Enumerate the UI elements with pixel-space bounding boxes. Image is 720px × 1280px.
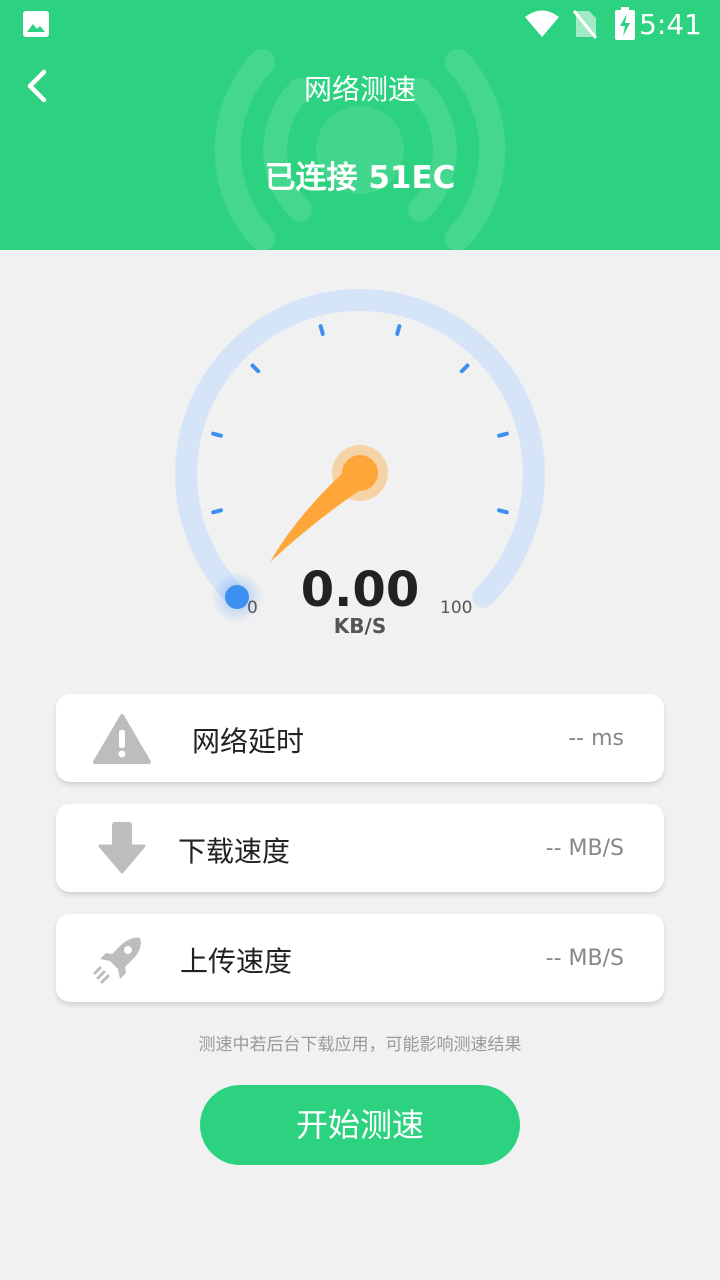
warning-icon: [93, 714, 151, 764]
no-sim-icon: [572, 10, 598, 39]
speed-test-hint: 测速中若后台下载应用，可能影响测速结果: [198, 1035, 522, 1055]
upload-label: 上传速度: [180, 945, 293, 978]
gauge-tick: [395, 324, 402, 336]
latency-card: 网络延时 -- ms: [56, 694, 664, 782]
image-icon: [23, 11, 49, 37]
status-bar: 5:41: [0, 0, 720, 50]
upload-card: 上传速度 -- MB/S: [56, 914, 664, 1002]
upload-value: -- MB/S: [545, 946, 624, 971]
rocket-icon: [93, 937, 141, 984]
speed-value: 0.00: [300, 562, 420, 618]
gauge-max-label: 100: [440, 598, 473, 618]
gauge-tick: [497, 431, 509, 438]
download-label: 下载速度: [178, 835, 291, 868]
download-card: 下载速度 -- MB/S: [56, 804, 664, 892]
gauge-tick: [250, 363, 261, 374]
gauge-tick: [318, 324, 325, 336]
gauge-tick: [497, 508, 509, 515]
page-title: 网络测速: [303, 73, 416, 106]
battery-charging-icon: [615, 7, 635, 40]
connection-status: 已连接 51EC: [264, 160, 456, 196]
header: 5:41 网络测速 已连接 51EC: [0, 0, 720, 250]
wifi-icon: [525, 10, 559, 37]
download-arrow-icon: [98, 822, 146, 874]
status-time: 5:41: [639, 8, 702, 41]
latency-value: -- ms: [568, 726, 624, 751]
gauge-tick: [211, 508, 223, 515]
gauge-tick: [459, 363, 470, 374]
gauge-hub: [342, 455, 378, 491]
start-test-button[interactable]: 开始测速: [200, 1085, 520, 1165]
gauge-tick: [211, 431, 223, 438]
speed-unit: KB/S: [333, 614, 387, 638]
download-value: -- MB/S: [545, 836, 624, 861]
latency-label: 网络延时: [192, 725, 305, 758]
gauge-min-label: 0: [247, 598, 258, 618]
